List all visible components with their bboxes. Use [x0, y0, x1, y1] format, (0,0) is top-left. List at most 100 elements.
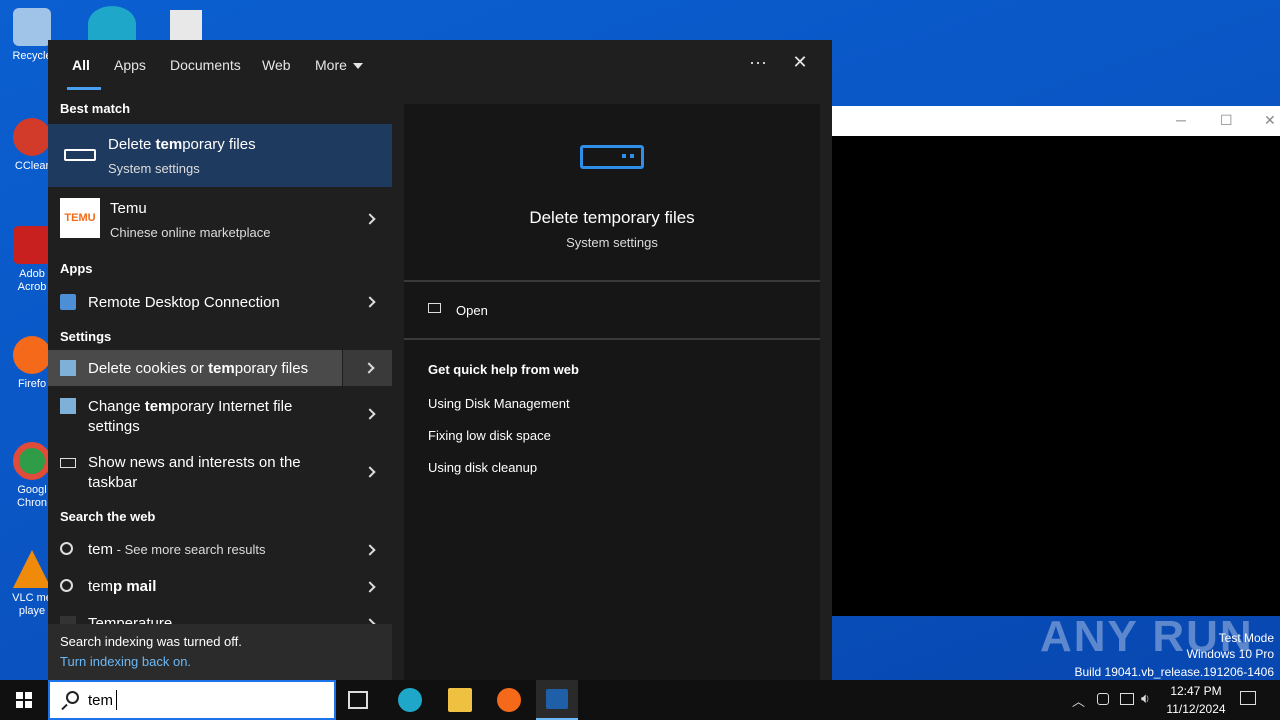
title-match: tem: [208, 360, 235, 377]
expand-button[interactable]: [342, 350, 392, 386]
volume-icon[interactable]: 🔉︎: [1141, 690, 1150, 707]
clock-date[interactable]: 11/12/2024: [1160, 702, 1232, 716]
result-title-line2: taskbar: [88, 474, 138, 491]
web-result-temperature[interactable]: Temperature: [48, 606, 392, 624]
title-match: tem: [155, 136, 183, 153]
window-titlebar[interactable]: ─ ☐ ✕: [832, 106, 1280, 136]
chevron-down-icon: [352, 63, 363, 70]
result-title: Remote Desktop Connection: [88, 294, 280, 311]
chrome-icon: [13, 442, 51, 480]
chevron-right-icon: [363, 362, 375, 374]
result-title: temp mail: [88, 578, 156, 595]
chevron-right-icon[interactable]: [364, 466, 376, 478]
close-button[interactable]: ✕: [785, 52, 815, 78]
close-icon[interactable]: ✕: [1264, 112, 1276, 129]
tab-web[interactable]: Web: [262, 57, 291, 73]
taskbar-icon: [60, 458, 76, 468]
result-delete-cookies[interactable]: Delete cookies or temporary files: [48, 350, 392, 386]
weather-icon: [60, 616, 76, 624]
edge-desktop-icon[interactable]: [88, 6, 136, 42]
section-search-web: Search the web: [60, 509, 156, 524]
chevron-right-icon[interactable]: [364, 581, 376, 593]
search-tabs: All Apps Documents Web More ··· ✕: [48, 40, 832, 92]
help-link-low-disk-space[interactable]: Fixing low disk space: [428, 428, 551, 443]
file-desktop-icon[interactable]: [170, 10, 202, 42]
chevron-right-icon[interactable]: [364, 408, 376, 420]
result-title: tem - See more search results: [88, 541, 265, 558]
test-mode-label: Test Mode: [1218, 631, 1274, 645]
task-view-icon[interactable]: [348, 691, 368, 709]
build-label: Build 19041.vb_release.191206-1406: [1074, 665, 1275, 679]
chevron-right-icon[interactable]: [364, 213, 376, 225]
notification-icon[interactable]: [1240, 691, 1256, 705]
edge-icon[interactable]: [398, 688, 422, 712]
remote-desktop-icon: [60, 294, 76, 310]
tab-more[interactable]: More: [315, 57, 363, 73]
result-title-line2: settings: [88, 418, 140, 435]
open-label: Open: [456, 303, 488, 318]
recycle-bin-icon: [13, 8, 51, 46]
chevron-right-icon[interactable]: [364, 296, 376, 308]
tab-documents[interactable]: Documents: [170, 57, 241, 73]
title-part: Change: [88, 398, 145, 415]
result-delete-temporary-files[interactable]: Delete temporary files System settings: [48, 124, 392, 187]
title-match: tem: [144, 398, 172, 415]
open-icon: [428, 303, 441, 313]
tab-all[interactable]: All: [72, 57, 90, 73]
search-icon: [66, 691, 79, 704]
tab-more-label: More: [315, 57, 347, 73]
results-list: Best match Delete temporary files System…: [48, 92, 392, 624]
web-result-tem[interactable]: tem - See more search results: [48, 532, 392, 568]
title-part: porary files: [234, 360, 309, 377]
help-link-disk-management[interactable]: Using Disk Management: [428, 396, 570, 411]
title-match: p mail: [113, 578, 157, 595]
powershell-task[interactable]: [536, 680, 578, 720]
web-result-temp-mail[interactable]: temp mail: [48, 569, 392, 605]
desktop-icon-label: Firefo: [17, 378, 47, 390]
clock-time[interactable]: 12:47 PM: [1160, 684, 1232, 698]
result-news-interests[interactable]: Show news and interests on the taskbar: [48, 442, 392, 498]
background-window[interactable]: ─ ☐ ✕: [832, 106, 1280, 616]
section-settings: Settings: [60, 329, 112, 344]
desktop-icon-label: Adob Acrob: [17, 268, 47, 293]
result-title: Change temporary Internet file: [88, 398, 292, 415]
temu-logo-text: TEMU: [64, 212, 96, 224]
minimize-icon[interactable]: ─: [1176, 112, 1186, 128]
turn-indexing-on-link[interactable]: Turn indexing back on.: [60, 654, 191, 669]
chevron-up-icon[interactable]: ︿: [1072, 691, 1085, 710]
search-icon: [60, 579, 73, 592]
maximize-icon[interactable]: ☐: [1220, 112, 1233, 129]
result-temu[interactable]: TEMU Temu Chinese online marketplace: [48, 188, 392, 250]
desktop-icon-label: Recycle: [12, 50, 52, 62]
firefox-icon[interactable]: [497, 688, 521, 712]
open-action[interactable]: Open: [404, 282, 820, 338]
file-explorer-icon[interactable]: [448, 688, 472, 712]
drive-icon-led: [622, 154, 634, 158]
section-apps: Apps: [60, 261, 93, 276]
result-remote-desktop[interactable]: Remote Desktop Connection: [48, 282, 392, 322]
result-title: Delete cookies or temporary files: [88, 360, 308, 377]
vlc-icon: [13, 550, 51, 588]
drive-icon: [580, 145, 644, 169]
powershell-icon: [546, 689, 568, 709]
chevron-right-icon[interactable]: [364, 544, 376, 556]
windows-start-icon[interactable]: [16, 692, 32, 708]
title-part: porary files: [182, 136, 256, 153]
edition-label: Windows 10 Pro: [1186, 647, 1274, 661]
result-title: Delete temporary files: [108, 136, 256, 153]
result-change-internet-files[interactable]: Change temporary Internet file settings: [48, 386, 392, 440]
acrobat-icon: [13, 226, 51, 264]
title-part: Delete cookies or: [88, 360, 209, 377]
taskbar-search-box[interactable]: tem: [48, 680, 336, 720]
network-icon[interactable]: [1120, 693, 1134, 705]
help-link-disk-cleanup[interactable]: Using disk cleanup: [428, 460, 537, 475]
search-icon: [60, 542, 73, 555]
desktop-icon-label: VLC me playe: [12, 592, 52, 617]
more-options-button[interactable]: ···: [743, 52, 773, 78]
section-best-match: Best match: [60, 101, 131, 116]
meet-now-icon[interactable]: [1097, 693, 1109, 705]
search-input[interactable]: tem: [88, 692, 113, 709]
tab-apps[interactable]: Apps: [114, 57, 146, 73]
quick-help-header: Get quick help from web: [428, 362, 579, 377]
desktop-icon-label: Googl Chron: [17, 484, 47, 509]
